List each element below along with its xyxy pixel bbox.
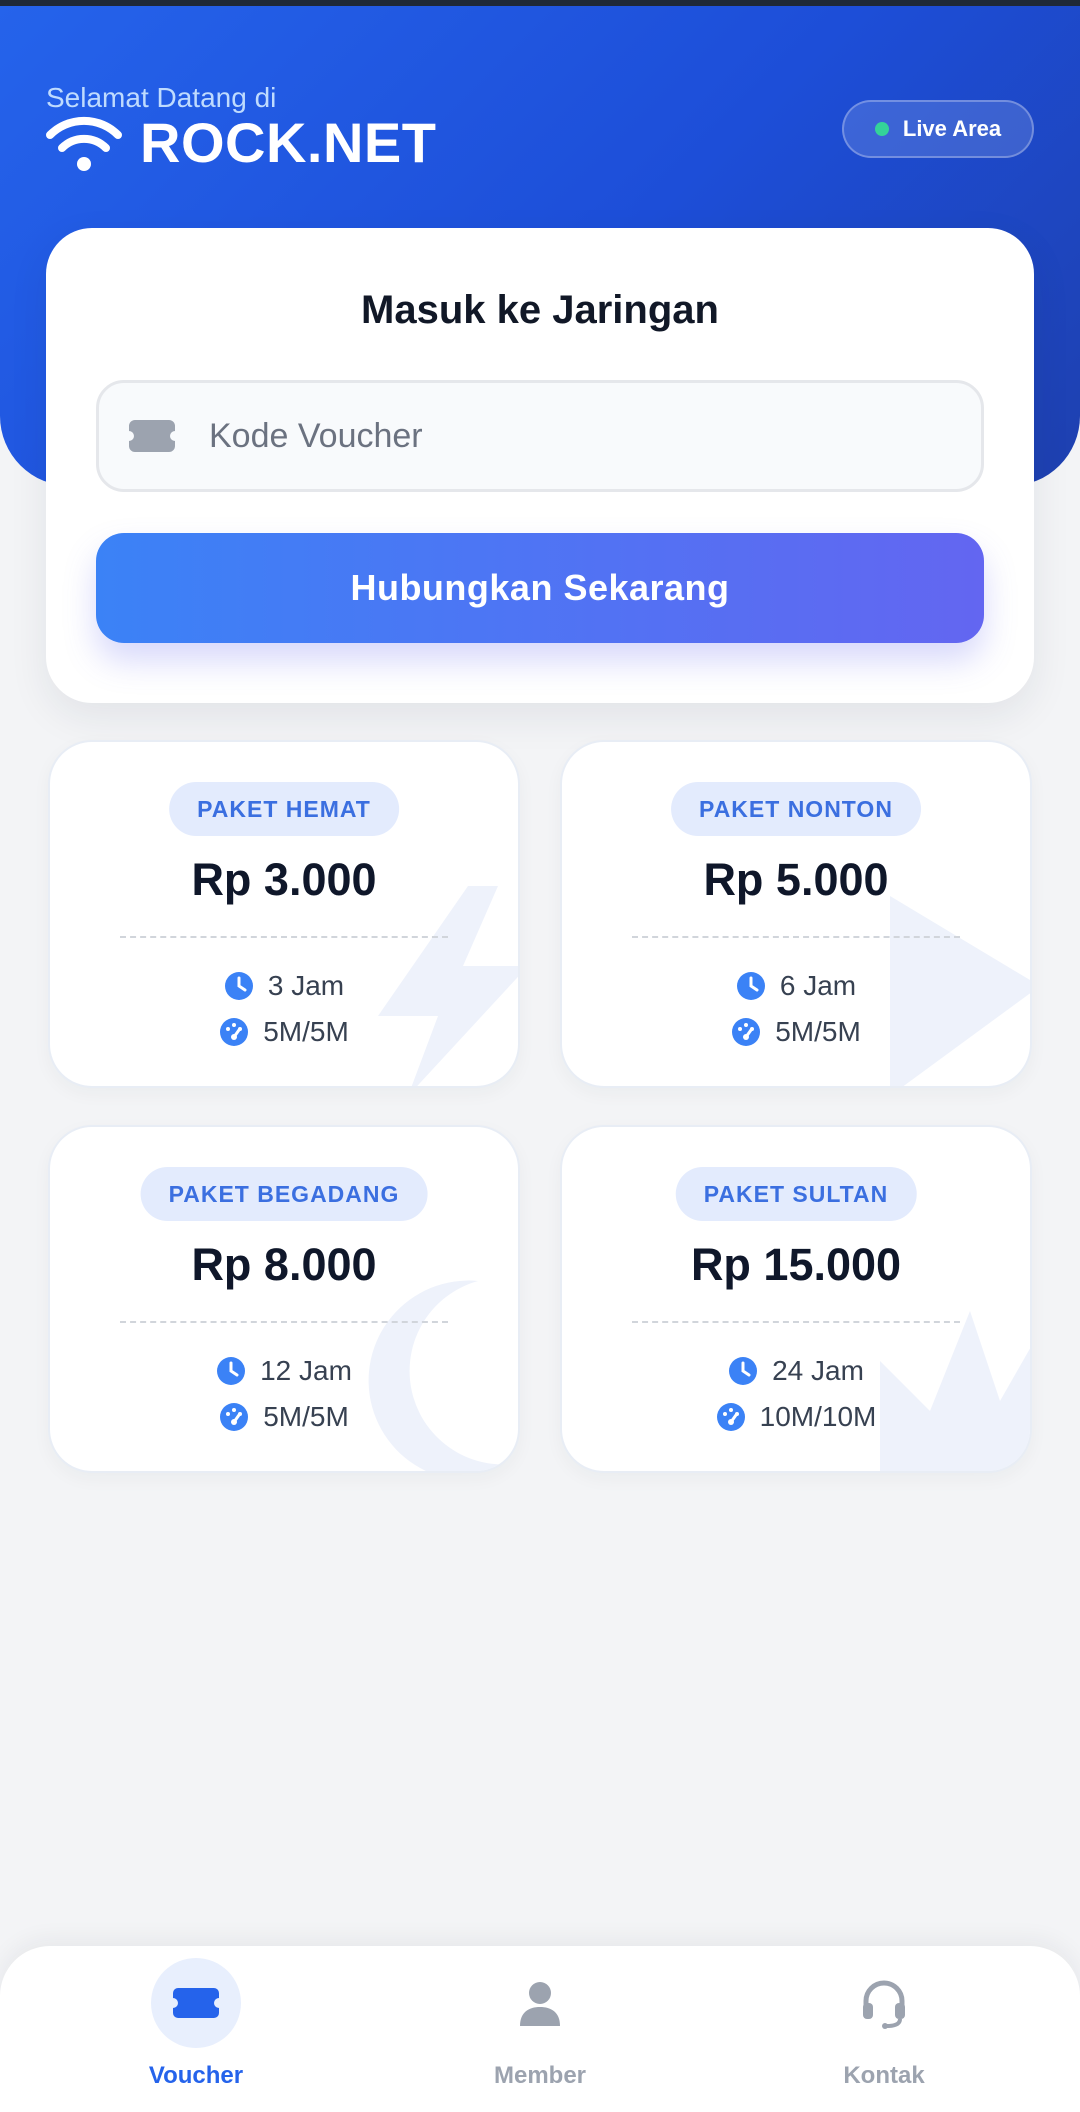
package-card-sultan[interactable]: PAKET SULTAN Rp 15.000 24 Jam 10M/10M bbox=[560, 1125, 1032, 1473]
package-divider bbox=[632, 936, 960, 938]
package-price: Rp 5.000 bbox=[703, 854, 889, 905]
package-speed-row: 10M/10M bbox=[562, 1401, 1030, 1433]
speedometer-icon bbox=[220, 1403, 249, 1431]
nav-item-voucher[interactable]: Voucher bbox=[76, 1946, 316, 2112]
package-speed: 5M/5M bbox=[263, 1016, 349, 1047]
package-card-nonton[interactable]: PAKET NONTON Rp 5.000 6 Jam 5M/5M bbox=[560, 740, 1032, 1088]
clock-icon bbox=[224, 972, 253, 1000]
package-label: PAKET NONTON bbox=[671, 782, 921, 836]
package-price: Rp 8.000 bbox=[191, 1239, 377, 1290]
wifi-icon bbox=[46, 116, 122, 171]
package-duration: 24 Jam bbox=[772, 1355, 864, 1386]
speedometer-icon bbox=[732, 1018, 761, 1046]
package-duration-row: 6 Jam bbox=[562, 970, 1030, 1002]
status-bar-edge bbox=[0, 0, 1080, 6]
package-duration-row: 3 Jam bbox=[50, 970, 518, 1002]
login-card: Masuk ke Jaringan Hubungkan Sekarang bbox=[46, 228, 1034, 703]
ticket-icon bbox=[173, 1988, 219, 2018]
nav-icon-bg bbox=[839, 1958, 929, 2048]
package-duration-row: 12 Jam bbox=[50, 1355, 518, 1387]
voucher-input[interactable] bbox=[209, 416, 981, 456]
package-label: PAKET HEMAT bbox=[169, 782, 399, 836]
user-icon bbox=[520, 1982, 560, 2026]
speedometer-icon bbox=[716, 1403, 745, 1431]
package-speed-row: 5M/5M bbox=[562, 1016, 1030, 1048]
live-area-badge[interactable]: Live Area bbox=[842, 100, 1034, 158]
package-speed: 10M/10M bbox=[759, 1401, 877, 1432]
package-duration: 6 Jam bbox=[779, 970, 857, 1001]
nav-item-kontak[interactable]: Kontak bbox=[764, 1946, 1004, 2112]
clock-icon bbox=[729, 1357, 758, 1385]
bottom-nav: Voucher Member Kontak bbox=[0, 1946, 1080, 2112]
live-status-dot bbox=[874, 122, 889, 136]
connect-button[interactable]: Hubungkan Sekarang bbox=[96, 533, 984, 643]
package-divider bbox=[632, 1321, 960, 1323]
package-speed-row: 5M/5M bbox=[50, 1016, 518, 1048]
ticket-icon bbox=[129, 420, 175, 452]
headset-icon bbox=[863, 1980, 905, 2029]
package-label: PAKET BEGADANG bbox=[140, 1167, 428, 1221]
package-duration-row: 24 Jam bbox=[562, 1355, 1030, 1387]
package-divider bbox=[120, 1321, 448, 1323]
nav-icon-bg bbox=[151, 1958, 241, 2048]
package-duration: 12 Jam bbox=[260, 1355, 352, 1386]
package-divider bbox=[120, 936, 448, 938]
brand: ROCK.NET bbox=[46, 110, 436, 175]
nav-label: Kontak bbox=[843, 2062, 925, 2089]
package-duration: 3 Jam bbox=[267, 970, 345, 1001]
speedometer-icon bbox=[220, 1018, 249, 1046]
clock-icon bbox=[736, 972, 765, 1000]
nav-label: Voucher bbox=[148, 2062, 244, 2089]
voucher-field[interactable] bbox=[96, 380, 984, 492]
package-speed: 5M/5M bbox=[775, 1016, 861, 1047]
brand-name: ROCK.NET bbox=[140, 111, 437, 174]
package-speed-row: 5M/5M bbox=[50, 1401, 518, 1433]
package-price: Rp 3.000 bbox=[191, 854, 377, 905]
nav-label: Member bbox=[493, 2062, 587, 2089]
login-title: Masuk ke Jaringan bbox=[361, 288, 719, 332]
package-label: PAKET SULTAN bbox=[675, 1167, 917, 1221]
package-card-hemat[interactable]: PAKET HEMAT Rp 3.000 3 Jam 5M/5M bbox=[48, 740, 520, 1088]
live-area-label: Live Area bbox=[902, 116, 1002, 141]
nav-icon-bg bbox=[495, 1958, 585, 2048]
package-price: Rp 15.000 bbox=[690, 1239, 902, 1290]
package-card-begadang[interactable]: PAKET BEGADANG Rp 8.000 12 Jam 5M/5M bbox=[48, 1125, 520, 1473]
package-speed: 5M/5M bbox=[263, 1401, 349, 1432]
nav-item-member[interactable]: Member bbox=[420, 1946, 660, 2112]
clock-icon bbox=[217, 1357, 246, 1385]
